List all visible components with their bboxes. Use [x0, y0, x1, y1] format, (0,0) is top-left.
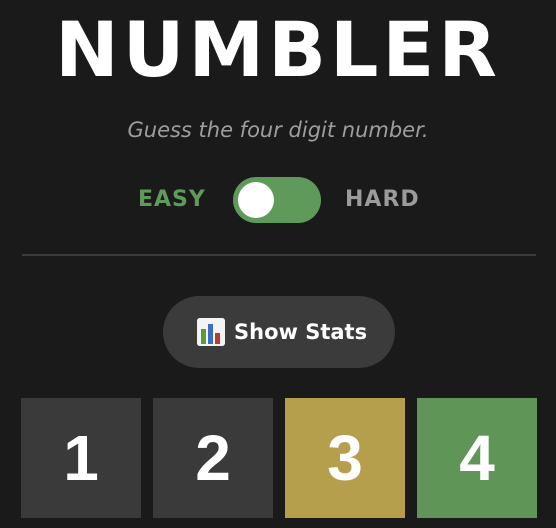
guess-tile-1: 1: [21, 398, 141, 518]
hard-mode-label[interactable]: HARD: [345, 176, 420, 224]
guess-tile-3: 3: [285, 398, 405, 518]
game-title: NUMBLER: [55, 5, 501, 94]
easy-mode-label[interactable]: EASY: [138, 176, 206, 224]
toggle-knob: [238, 182, 274, 218]
difficulty-toggle[interactable]: [233, 177, 321, 223]
show-stats-label: Show Stats: [234, 320, 368, 344]
guess-tile-2: 2: [153, 398, 273, 518]
guess-tile-4: 4: [417, 398, 537, 518]
bar-chart-icon: [197, 318, 225, 346]
game-subtitle: Guess the four digit number.: [127, 118, 429, 142]
show-stats-button[interactable]: Show Stats: [163, 296, 395, 368]
section-divider: [22, 254, 536, 256]
difficulty-toggle-row: EASY HARD: [0, 176, 556, 224]
